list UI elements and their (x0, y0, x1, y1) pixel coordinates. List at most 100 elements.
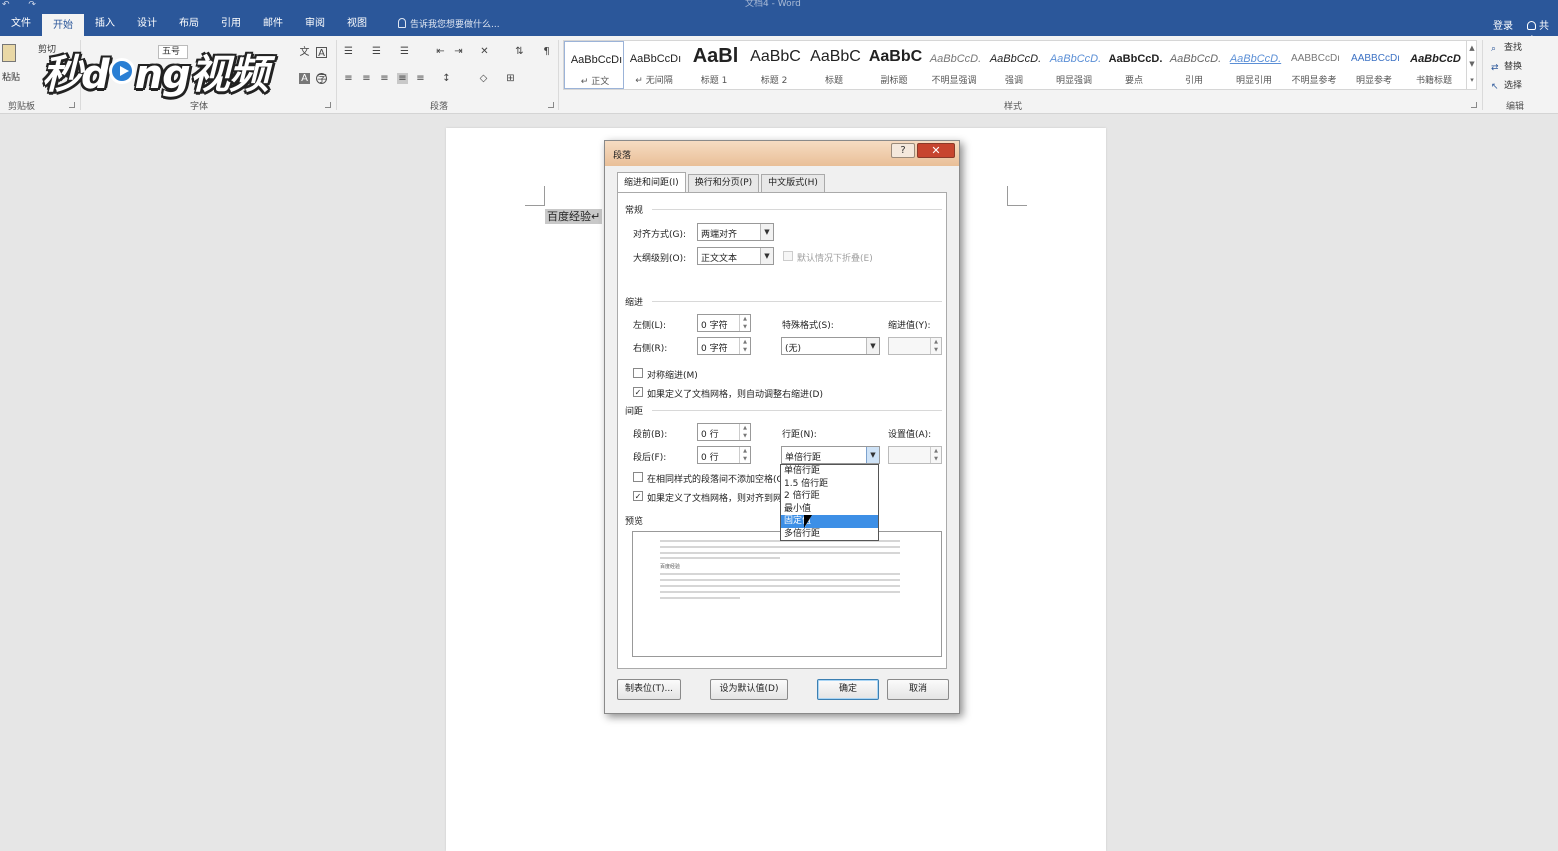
spin-up-icon[interactable]: ▲ (740, 338, 750, 346)
auto-adjust-indent-checkbox[interactable]: ✓ (633, 387, 643, 397)
set-default-button[interactable]: 设为默认值(D) (710, 679, 788, 700)
close-button[interactable]: ✕ (917, 143, 955, 158)
outline-level-select[interactable]: 正文文本 ▼ (697, 247, 774, 265)
enclose-char-icon[interactable]: 字 (316, 73, 327, 85)
option-double[interactable]: 2 倍行距 (781, 490, 878, 503)
option-multiple[interactable]: 多倍行距 (781, 528, 878, 541)
styles-launcher-icon[interactable] (1471, 102, 1477, 108)
line-spacing-icon[interactable]: ↕ (441, 73, 452, 84)
phonetic-guide-icon[interactable]: 文 (299, 47, 310, 58)
find-button[interactable]: ⌕ 查找 (1491, 40, 1522, 54)
tab-view[interactable]: 视图 (336, 14, 378, 36)
quick-access-toolbar[interactable]: ↶ ↷ (2, 0, 44, 10)
tabs-button[interactable]: 制表位(T)... (617, 679, 681, 700)
borders-icon[interactable]: ⊞ (505, 73, 516, 84)
gallery-scrollbar[interactable]: ▲ ▼ ▾ (1466, 40, 1477, 90)
tab-file[interactable]: 文件 (0, 14, 42, 36)
space-before-spinner[interactable]: 0 行 ▲ ▼ (697, 423, 751, 441)
char-border-icon[interactable]: A (316, 47, 327, 59)
increase-indent-icon[interactable]: ⇥ (453, 46, 464, 57)
spin-down-icon[interactable]: ▼ (931, 346, 941, 354)
tab-review[interactable]: 审阅 (294, 14, 336, 36)
style-normal[interactable]: AaBbCcDı ↵ 正文 (564, 41, 624, 89)
option-1-5-lines[interactable]: 1.5 倍行距 (781, 478, 878, 491)
tell-me-search[interactable]: 告诉我您想要做什么... (398, 17, 500, 30)
option-single[interactable]: 单倍行距 (781, 465, 878, 478)
snap-to-grid-checkbox[interactable]: ✓ (633, 491, 643, 501)
replace-button[interactable]: ⇄ 替换 (1491, 59, 1522, 73)
spin-up-icon[interactable]: ▲ (740, 315, 750, 323)
chevron-down-icon[interactable]: ▼ (1467, 56, 1477, 72)
spin-down-icon[interactable]: ▼ (740, 323, 750, 331)
tab-line-page-breaks[interactable]: 换行和分页(P) (687, 174, 760, 192)
tab-mailings[interactable]: 邮件 (252, 14, 294, 36)
ok-button[interactable]: 确定 (817, 679, 879, 700)
cancel-button[interactable]: 取消 (887, 679, 949, 700)
decrease-indent-icon[interactable]: ⇤ (435, 46, 446, 57)
style-subtitle[interactable]: AaBbC 副标题 (864, 41, 924, 89)
spin-up-icon[interactable]: ▲ (931, 338, 941, 346)
align-center-icon[interactable]: ≡ (361, 73, 372, 84)
style-subtle-emphasis[interactable]: AaBbCcD. 不明显强调 (924, 41, 984, 89)
gallery-more-icon[interactable]: ▾ (1467, 72, 1477, 88)
mirror-indent-checkbox[interactable] (633, 368, 643, 378)
style-subtle-reference[interactable]: AABBCcDı 不明显参考 (1284, 41, 1344, 89)
login-link[interactable]: 登录 (1493, 17, 1513, 32)
tab-home[interactable]: 开始 (42, 14, 84, 36)
spin-down-icon[interactable]: ▼ (931, 455, 941, 463)
chevron-up-icon[interactable]: ▲ (1467, 40, 1477, 56)
line-spacing-select[interactable]: 单倍行距 ▼ (781, 446, 880, 464)
tab-design[interactable]: 设计 (126, 14, 168, 36)
tab-insert[interactable]: 插入 (84, 14, 126, 36)
space-after-spinner[interactable]: 0 行 ▲ ▼ (697, 446, 751, 464)
indent-right-spinner[interactable]: 0 字符 ▲ ▼ (697, 337, 751, 355)
collapse-checkbox[interactable] (783, 251, 793, 261)
chinese-layout-icon[interactable]: ✕ (479, 46, 490, 57)
multilevel-list-icon[interactable]: ☰ (399, 46, 410, 57)
style-heading-2[interactable]: AaBbC 标题 2 (744, 41, 804, 89)
clipboard-icon[interactable] (2, 44, 16, 62)
paragraph-launcher-icon[interactable] (548, 102, 554, 108)
select-button[interactable]: ↖ 选择 (1491, 78, 1522, 92)
document-paragraph[interactable]: 百度经验↵ (545, 209, 603, 224)
help-button[interactable]: ? (891, 143, 915, 158)
option-at-least[interactable]: 最小值 (781, 503, 878, 516)
style-intense-quote[interactable]: AaBbCcD. 明显引用 (1224, 41, 1284, 89)
tab-references[interactable]: 引用 (210, 14, 252, 36)
indent-by-spinner[interactable]: ▲ ▼ (888, 337, 942, 355)
dialog-title-bar[interactable]: 段落 ? ✕ (605, 141, 959, 166)
style-heading-1[interactable]: AaBl 标题 1 (684, 41, 744, 89)
align-right-icon[interactable]: ≡ (379, 73, 390, 84)
style-intense-reference[interactable]: AABBCcDı 明显参考 (1344, 41, 1404, 89)
style-book-title[interactable]: AaBbCcD 书籍标题 (1404, 41, 1464, 89)
align-left-icon[interactable]: ≡ (343, 73, 354, 84)
spin-up-icon[interactable]: ▲ (740, 447, 750, 455)
spin-down-icon[interactable]: ▼ (740, 346, 750, 354)
style-no-spacing[interactable]: AaBbCcDı ↵ 无间隔 (624, 41, 684, 89)
style-title[interactable]: AaBbC 标题 (804, 41, 864, 89)
tab-asian-typography[interactable]: 中文版式(H) (761, 174, 825, 192)
alignment-select[interactable]: 两端对齐 ▼ (697, 223, 774, 241)
char-shading-icon[interactable]: A (299, 73, 310, 84)
show-marks-icon[interactable]: ¶ (541, 46, 552, 57)
special-indent-select[interactable]: (无) ▼ (781, 337, 880, 355)
style-intense-emphasis[interactable]: AaBbCcD. 明显强调 (1044, 41, 1104, 89)
tab-indents-spacing[interactable]: 缩进和间距(I) (617, 172, 686, 192)
numbering-icon[interactable]: ☰ (371, 46, 382, 57)
option-exactly[interactable]: 固定值 (781, 515, 878, 528)
tab-layout[interactable]: 布局 (168, 14, 210, 36)
style-emphasis[interactable]: AaBbCcD. 强调 (984, 41, 1044, 89)
spin-down-icon[interactable]: ▼ (740, 432, 750, 440)
spin-up-icon[interactable]: ▲ (931, 447, 941, 455)
sort-icon[interactable]: ⇅ (514, 46, 525, 57)
shading-icon[interactable]: ◇ (478, 73, 489, 84)
distributed-icon[interactable]: ≡ (415, 73, 426, 84)
justify-icon[interactable]: ≡ (397, 73, 408, 84)
font-launcher-icon[interactable] (325, 102, 331, 108)
spin-up-icon[interactable]: ▲ (740, 424, 750, 432)
style-quote[interactable]: AaBbCcD. 引用 (1164, 41, 1224, 89)
indent-left-spinner[interactable]: 0 字符 ▲ ▼ (697, 314, 751, 332)
no-space-same-style-checkbox[interactable] (633, 472, 643, 482)
paste-button[interactable]: 粘贴 (2, 70, 20, 83)
style-strong[interactable]: AaBbCcD. 要点 (1104, 41, 1164, 89)
